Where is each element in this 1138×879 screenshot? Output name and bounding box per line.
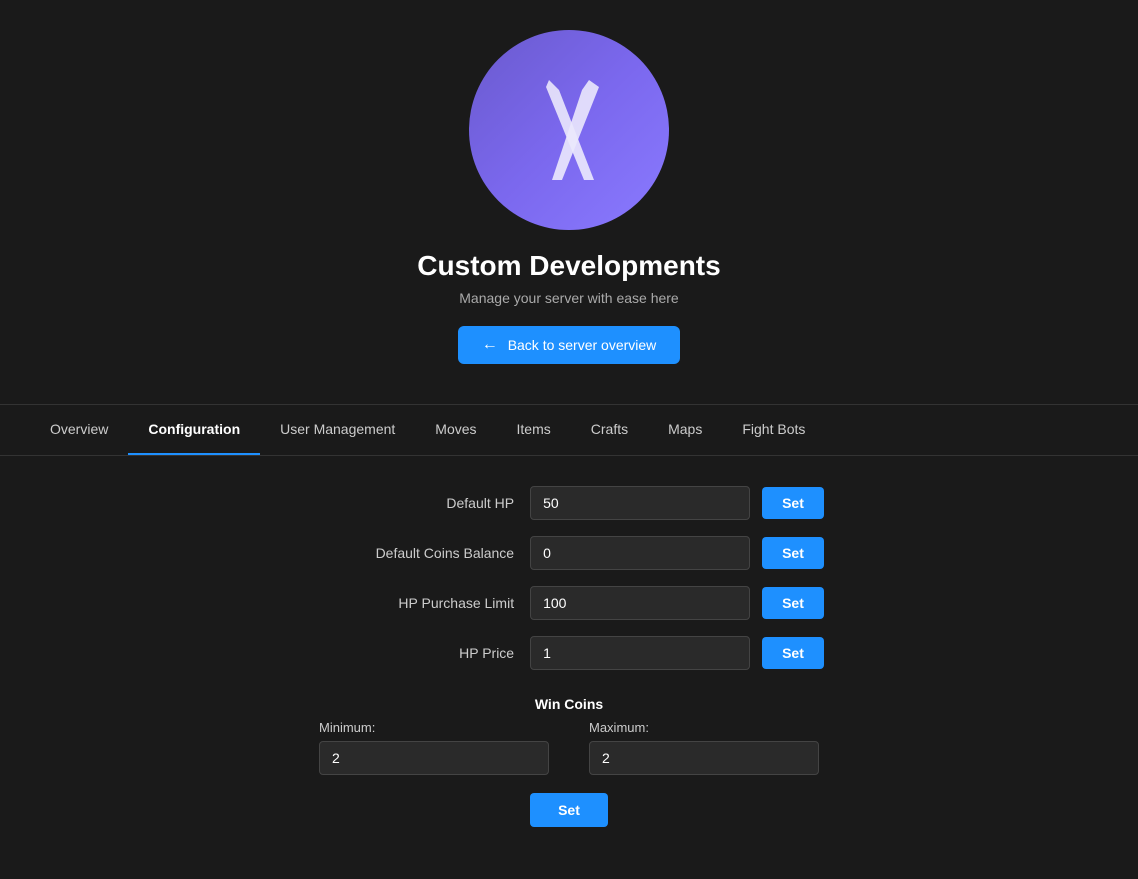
hp-purchase-limit-input[interactable] [530,586,750,620]
logo-icon [504,65,634,195]
hp-price-input[interactable] [530,636,750,670]
hp-price-label: HP Price [314,645,514,661]
default-coins-balance-row: Default Coins Balance Set [0,536,1138,570]
default-coins-balance-set-button[interactable]: Set [762,537,824,569]
win-coins-set-button[interactable]: Set [530,793,608,827]
win-coins-title: Win Coins [535,696,603,712]
tab-fight-bots[interactable]: Fight Bots [722,405,825,455]
tab-items[interactable]: Items [497,405,571,455]
win-coins-maximum-input[interactable] [589,741,819,775]
default-coins-balance-input[interactable] [530,536,750,570]
hp-price-row: HP Price Set [0,636,1138,670]
default-coins-balance-label: Default Coins Balance [314,545,514,561]
default-hp-set-button[interactable]: Set [762,487,824,519]
nav-tabs: Overview Configuration User Management M… [0,405,1138,456]
default-hp-input[interactable] [530,486,750,520]
back-to-server-button[interactable]: ← Back to server overview [458,326,681,364]
main-content: Default HP Set Default Coins Balance Set… [0,456,1138,857]
win-coins-minimum-label: Minimum: [319,720,375,735]
win-coins-minimum-col: Minimum: [319,720,549,775]
tab-overview[interactable]: Overview [30,405,128,455]
win-coins-minimum-input[interactable] [319,741,549,775]
default-hp-row: Default HP Set [0,486,1138,520]
hp-purchase-limit-label: HP Purchase Limit [314,595,514,611]
tab-crafts[interactable]: Crafts [571,405,648,455]
default-hp-label: Default HP [314,495,514,511]
arrow-left-icon: ← [482,336,498,354]
tab-configuration[interactable]: Configuration [128,405,260,455]
back-button-label: Back to server overview [508,337,657,353]
hp-price-set-button[interactable]: Set [762,637,824,669]
tab-maps[interactable]: Maps [648,405,722,455]
header-section: Custom Developments Manage your server w… [0,0,1138,394]
tab-moves[interactable]: Moves [415,405,496,455]
tab-user-management[interactable]: User Management [260,405,415,455]
hp-purchase-limit-set-button[interactable]: Set [762,587,824,619]
app-title: Custom Developments [417,250,720,282]
win-coins-section: Win Coins Minimum: Maximum: Set [0,696,1138,827]
win-coins-row: Minimum: Maximum: [0,720,1138,775]
win-coins-maximum-label: Maximum: [589,720,649,735]
app-subtitle: Manage your server with ease here [459,290,678,306]
win-coins-maximum-col: Maximum: [589,720,819,775]
hp-purchase-limit-row: HP Purchase Limit Set [0,586,1138,620]
app-logo [469,30,669,230]
